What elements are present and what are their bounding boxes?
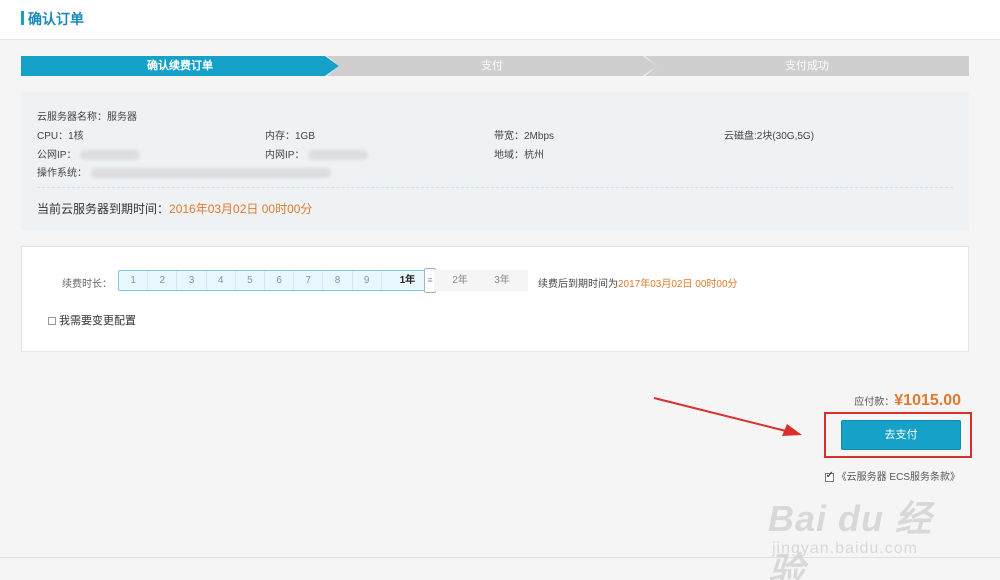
os-redacted (91, 168, 331, 179)
title-accent-bar (21, 11, 24, 25)
region-row: 地域：杭州 (494, 150, 544, 161)
duration-tick[interactable]: 1 (119, 271, 149, 290)
server-name-row: 云服务器名称：服务器 (37, 112, 137, 123)
duration-tick[interactable]: 2 (148, 271, 178, 290)
red-arrow-annotation (653, 397, 802, 436)
change-config-checkbox[interactable] (48, 317, 56, 326)
duration-tick[interactable]: 7 (294, 271, 324, 290)
pay-button[interactable]: 去支付 (841, 420, 961, 450)
change-config-option[interactable]: 我需要变更配置 (48, 312, 136, 328)
baidu-watermark: Bai du 经验 jingyan.baidu.com (768, 490, 968, 580)
renewal-panel: 续费时长： 1 2 3 4 5 6 7 8 9 1年 ≡ 2年 3年 续费后到期时间为2017年0… (21, 246, 969, 352)
os-row: 操作系统： (37, 164, 331, 179)
terms-agreement[interactable]: 《云服务器 ECS服务条款》 (824, 468, 960, 483)
duration-tick[interactable]: 4 (207, 271, 236, 290)
duration-tick[interactable]: 8 (323, 271, 353, 290)
disk-row: 云磁盘:2块(30G,5G) (724, 131, 815, 142)
duration-tick[interactable]: 6 (265, 271, 295, 290)
amount-due: 应付款：¥1015.00 (854, 392, 961, 410)
progress-steps: 确认续费订单 支付 支付成功 (21, 56, 969, 76)
private-ip-redacted (308, 150, 369, 161)
cpu-value: 1核 (68, 131, 84, 142)
server-info-panel: 云服务器名称：服务器 CPU：1核 内存：1GB 带宽：2Mbps 云磁盘:2块… (21, 92, 969, 230)
page-title: 确认订单 (28, 11, 84, 27)
option-3-years[interactable]: 3年 (476, 270, 528, 291)
bandwidth-row: 带宽：2Mbps (494, 131, 555, 142)
step-payment: 支付 (327, 56, 657, 76)
info-divider (37, 187, 953, 188)
watermark-url: jingyan.baidu.com (772, 540, 918, 557)
public-ip-redacted (80, 150, 141, 161)
private-ip-row: 内网IP： (265, 146, 369, 161)
region-value: 杭州 (524, 150, 544, 161)
memory-value: 1GB (295, 131, 316, 142)
disk-value: 2块(30G,5G) (756, 131, 815, 142)
current-expire-date: 2016年03月02日 00时00分 (169, 202, 313, 216)
public-ip-row: 公网IP： (37, 146, 141, 161)
server-name-value: 服务器 (107, 112, 137, 123)
duration-tick[interactable]: 3 (177, 271, 207, 290)
duration-label: 续费时长： (62, 279, 112, 290)
amount-value: ¥1015.00 (894, 392, 961, 409)
step-confirm-order: 确认续费订单 (21, 56, 339, 76)
current-expire-time: 当前云服务器到期时间：2016年03月02日 00时00分 (37, 202, 313, 216)
page-header: 确认订单 (0, 0, 1000, 40)
duration-tick[interactable]: 5 (236, 271, 265, 290)
duration-slider[interactable]: 1 2 3 4 5 6 7 8 9 1年 (118, 270, 434, 291)
terms-link[interactable]: 《云服务器 ECS服务条款》 (837, 472, 960, 483)
cpu-row: CPU：1核 (37, 131, 84, 142)
duration-tick[interactable]: 9 (353, 271, 382, 290)
renewed-expire-note: 续费后到期时间为2017年03月02日 00时00分 (538, 279, 738, 290)
memory-row: 内存：1GB (265, 131, 316, 142)
step-payment-success: 支付成功 (645, 56, 969, 76)
watermark-brand: Bai du 经验 (768, 498, 933, 580)
terms-checkbox[interactable] (824, 470, 834, 482)
amount-label: 应付款： (854, 397, 895, 408)
renewed-expire-date: 2017年03月02日 00时00分 (618, 279, 738, 290)
bandwidth-value: 2Mbps (524, 131, 555, 142)
